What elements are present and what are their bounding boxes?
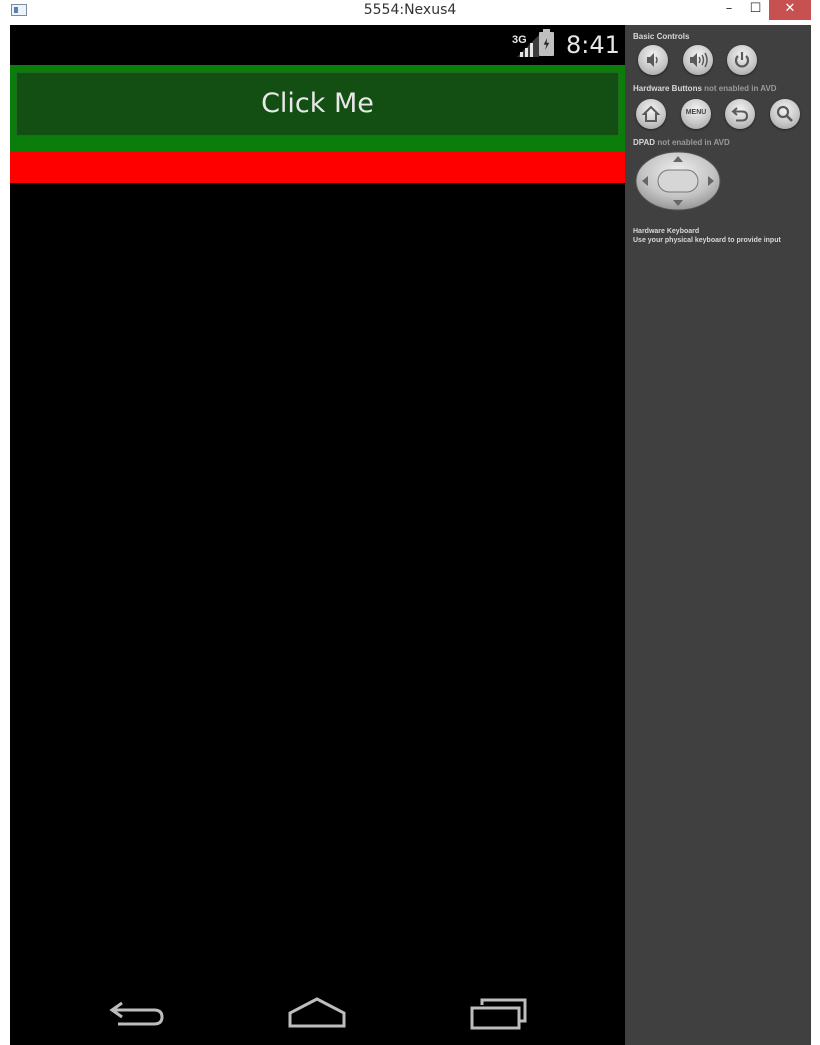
dpad-label: DPAD not enabled in AVD bbox=[633, 138, 730, 147]
search-icon bbox=[776, 105, 793, 122]
back-hw-icon bbox=[731, 107, 749, 122]
hardware-buttons-label: Hardware Buttons not enabled in AVD bbox=[633, 84, 777, 93]
dpad-title: DPAD bbox=[633, 138, 656, 147]
window-title: 5554:Nexus4 bbox=[363, 2, 457, 18]
status-bar: 3G 8:41 bbox=[10, 25, 625, 65]
keyboard-section: Hardware Keyboard Use your physical keyb… bbox=[633, 227, 781, 245]
hardware-keyboard-title: Hardware Keyboard bbox=[633, 228, 700, 235]
power-icon bbox=[734, 52, 750, 68]
navigation-bar bbox=[10, 985, 625, 1045]
click-me-button[interactable]: Click Me bbox=[16, 72, 619, 136]
home-icon[interactable] bbox=[286, 995, 348, 1029]
home-hw-icon bbox=[641, 105, 661, 122]
window-frame-left bbox=[0, 24, 10, 1045]
menu-hw-button[interactable]: MENU bbox=[681, 99, 711, 129]
minimize-button[interactable]: – bbox=[715, 0, 743, 20]
power-button[interactable] bbox=[727, 45, 757, 75]
volume-down-icon bbox=[647, 53, 658, 67]
back-hw-button[interactable] bbox=[725, 99, 755, 129]
volume-up-icon bbox=[690, 52, 708, 68]
signal-icon bbox=[517, 35, 539, 57]
hardware-buttons-note: not enabled in AVD bbox=[704, 84, 777, 93]
red-view bbox=[10, 152, 625, 183]
emulator-controls-panel: Basic Controls Hardware Buttons not enab… bbox=[625, 25, 811, 1045]
back-icon[interactable] bbox=[108, 999, 168, 1031]
battery-icon bbox=[539, 29, 554, 56]
basic-controls-label: Basic Controls bbox=[633, 32, 690, 41]
hardware-buttons-title: Hardware Buttons bbox=[633, 84, 702, 93]
maximize-button[interactable]: ☐ bbox=[743, 0, 768, 20]
home-hw-button[interactable] bbox=[636, 99, 666, 129]
dpad-note: not enabled in AVD bbox=[657, 138, 730, 147]
close-button[interactable]: ✕ bbox=[769, 0, 811, 20]
device-screen: 3G 8:41 Click Me bbox=[10, 25, 625, 1045]
window-title-bar: 5554:Nexus4 – ☐ ✕ bbox=[0, 0, 820, 24]
button-container: Click Me bbox=[10, 65, 625, 152]
status-clock: 8:41 bbox=[566, 31, 620, 59]
recent-apps-icon[interactable] bbox=[468, 997, 528, 1031]
search-hw-button[interactable] bbox=[770, 99, 800, 129]
hardware-keyboard-hint: Use your physical keyboard to provide in… bbox=[633, 237, 781, 244]
dpad-control[interactable] bbox=[635, 151, 721, 211]
window-frame-right bbox=[811, 24, 820, 1045]
menu-hw-label: MENU bbox=[685, 109, 707, 116]
volume-down-button[interactable] bbox=[638, 45, 668, 75]
volume-up-button[interactable] bbox=[683, 45, 713, 75]
